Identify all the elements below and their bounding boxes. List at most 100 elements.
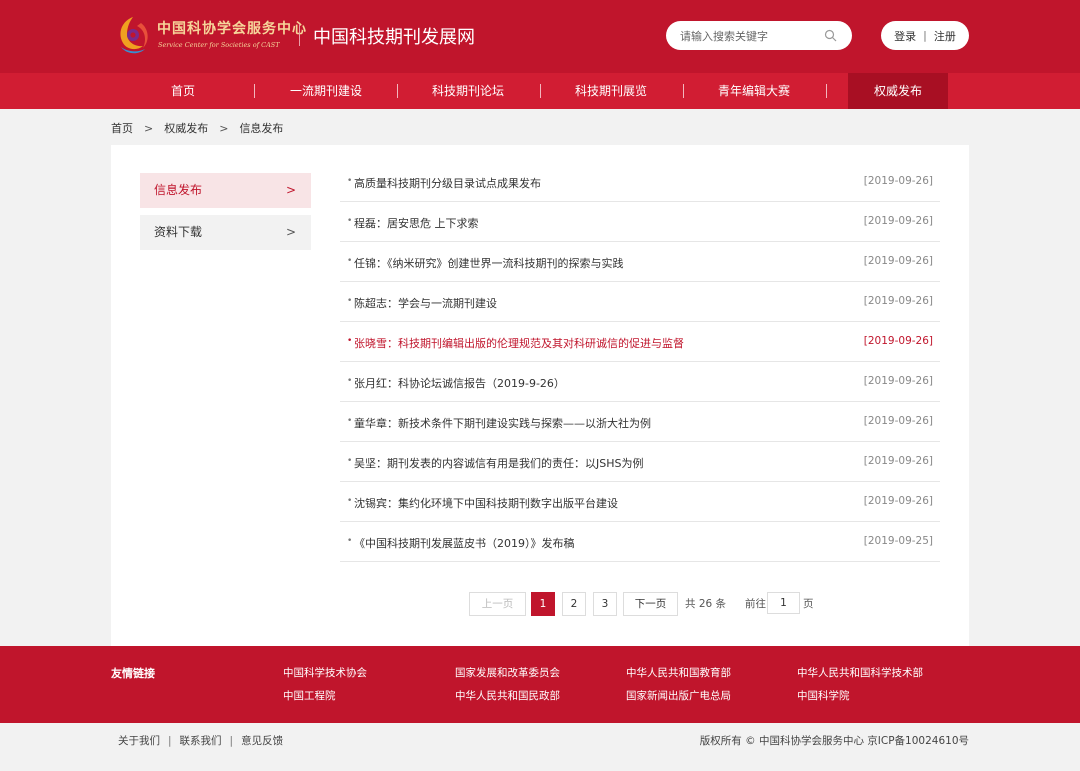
search-input[interactable] (680, 28, 820, 44)
list-item[interactable]: • 张月红：科协论坛诚信报告（2019-9-26） [2019-09-26] (340, 362, 940, 402)
breadcrumb-home[interactable]: 首页 (111, 122, 133, 135)
nav-item-official-release[interactable]: 权威发布 (848, 73, 948, 109)
content-panel: 信息发布 > 资料下载 > • 高质量科技期刊分级目录试点成果发布 [2019-09… (111, 145, 969, 646)
about-link[interactable]: 关于我们 (118, 735, 160, 747)
nav-item-journal-forum[interactable]: 科技期刊论坛 (418, 73, 518, 109)
footer-link[interactable]: 中华人民共和国科学技术部 (797, 665, 923, 680)
nav-separator (683, 84, 684, 98)
bottom-links: 关于我们 | 联系我们 | 意见反馈 (118, 733, 283, 748)
breadcrumb-arrow-icon: > (144, 122, 154, 135)
list-item[interactable]: • 高质量科技期刊分级目录试点成果发布 [2019-09-26] (340, 162, 940, 202)
nav-item-first-class-journals[interactable]: 一流期刊建设 (276, 73, 376, 109)
search-icon[interactable] (824, 29, 837, 42)
article-date: [2019-09-25] (863, 535, 933, 547)
login-link[interactable]: 登录 (894, 28, 916, 44)
sidebar-item-label: 信息发布 (154, 183, 203, 197)
article-title[interactable]: 陈超志：学会与一流期刊建设 (354, 295, 497, 311)
friend-links-label: 友情链接 (111, 667, 155, 680)
bullet-icon: • (347, 536, 353, 546)
feedback-link[interactable]: 意见反馈 (241, 735, 283, 747)
bullet-icon: • (347, 456, 353, 466)
footer-link[interactable]: 中华人民共和国教育部 (626, 665, 731, 680)
list-item[interactable]: • 《中国科技期刊发展蓝皮书（2019）》发布稿 [2019-09-25] (340, 522, 940, 562)
nav-item-young-editor-contest[interactable]: 青年编辑大赛 (704, 73, 804, 109)
article-title[interactable]: 张晓雪：科技期刊编辑出版的伦理规范及其对科研诚信的促进与监督 (354, 335, 684, 351)
list-item-hovered[interactable]: • 张晓雪：科技期刊编辑出版的伦理规范及其对科研诚信的促进与监督 [2019-09-… (340, 322, 940, 362)
article-title[interactable]: 童华章：新技术条件下期刊建设实践与探索——以浙大社为例 (354, 415, 651, 431)
logo-subtext: Service Center for Societies of CAST (158, 41, 280, 49)
bullet-icon: • (347, 496, 353, 506)
page-suffix: 页 (803, 598, 814, 610)
article-date: [2019-09-26] (863, 175, 933, 187)
link-separator: | (229, 735, 234, 747)
breadcrumb-arrow-icon: > (219, 122, 229, 135)
list-item[interactable]: • 沈锡宾：集约化环境下中国科技期刊数字出版平台建设 [2019-09-26] (340, 482, 940, 522)
article-title[interactable]: 张月红：科协论坛诚信报告（2019-9-26） (354, 375, 565, 391)
nav-item-journal-exhibition[interactable]: 科技期刊展览 (561, 73, 661, 109)
article-date: [2019-09-26] (863, 375, 933, 387)
contact-link[interactable]: 联系我们 (180, 735, 222, 747)
article-date: [2019-09-26] (863, 455, 933, 467)
article-title[interactable]: 《中国科技期刊发展蓝皮书（2019）》发布稿 (354, 535, 575, 551)
sidebar-item-label: 资料下载 (154, 225, 203, 239)
bullet-icon: • (347, 176, 353, 186)
sidebar-item-info-release[interactable]: 信息发布 > (140, 173, 311, 208)
link-separator: | (168, 735, 172, 747)
auth-separator: | (923, 29, 927, 42)
article-date: [2019-09-26] (863, 335, 933, 347)
article-list: • 高质量科技期刊分级目录试点成果发布 [2019-09-26] • 程磊：居安思危 … (340, 162, 940, 562)
article-title[interactable]: 任锦：《纳米研究》创建世界一流科技期刊的探索与实践 (354, 255, 624, 271)
register-link[interactable]: 注册 (934, 28, 956, 44)
list-item[interactable]: • 陈超志：学会与一流期刊建设 [2019-09-26] (340, 282, 940, 322)
article-title[interactable]: 高质量科技期刊分级目录试点成果发布 (354, 175, 541, 191)
footer-link[interactable]: 中国工程院 (283, 688, 336, 703)
logo-divider (299, 24, 300, 46)
bullet-icon: • (347, 296, 353, 306)
bullet-icon: • (347, 416, 353, 426)
total-count: 共 26 条 (685, 598, 727, 610)
article-title[interactable]: 沈锡宾：集约化环境下中国科技期刊数字出版平台建设 (354, 495, 618, 511)
footer-link[interactable]: 中国科学院 (797, 688, 850, 703)
article-date: [2019-09-26] (863, 295, 933, 307)
main-nav: 首页 一流期刊建设 科技期刊论坛 科技期刊展览 青年编辑大赛 权威发布 (0, 73, 1080, 109)
bullet-icon: • (347, 256, 353, 266)
bullet-icon: • (347, 216, 353, 226)
bullet-icon: • (347, 336, 353, 346)
footer-link[interactable]: 中华人民共和国民政部 (455, 688, 560, 703)
search-box (666, 21, 852, 50)
nav-item-home[interactable]: 首页 (133, 73, 233, 109)
list-item[interactable]: • 吴坚：期刊发表的内容诚信有用是我们的责任：以JSHS为例 [2019-09-26… (340, 442, 940, 482)
logo-icon (120, 17, 148, 54)
list-item[interactable]: • 任锦：《纳米研究》创建世界一流科技期刊的探索与实践 [2019-09-26] (340, 242, 940, 282)
bullet-icon: • (347, 376, 353, 386)
page-button-3[interactable]: 3 (593, 592, 617, 616)
article-title[interactable]: 程磊：居安思危 上下求索 (354, 215, 479, 231)
page-button-1[interactable]: 1 (531, 592, 555, 616)
auth-box: 登录 | 注册 (881, 21, 969, 50)
footer-link[interactable]: 国家发展和改革委员会 (455, 665, 560, 680)
footer-link[interactable]: 中国科学技术协会 (283, 665, 367, 680)
page-button-2[interactable]: 2 (562, 592, 586, 616)
nav-separator (540, 84, 541, 98)
list-item[interactable]: • 童华章：新技术条件下期刊建设实践与探索——以浙大社为例 [2019-09-26] (340, 402, 940, 442)
prev-page-button[interactable]: 上一页 (469, 592, 526, 616)
article-date: [2019-09-26] (863, 415, 933, 427)
sidebar-item-downloads[interactable]: 资料下载 > (140, 215, 311, 250)
bottom-bar: 关于我们 | 联系我们 | 意见反馈 版权所有 © 中国科协学会服务中心 京ICP备10… (0, 723, 1080, 771)
list-item[interactable]: • 程磊：居安思危 上下求索 [2019-09-26] (340, 202, 940, 242)
nav-separator (254, 84, 255, 98)
article-date: [2019-09-26] (863, 255, 933, 267)
nav-separator (397, 84, 398, 98)
breadcrumb-current: 信息发布 (239, 122, 284, 135)
breadcrumb: 首页 > 权威发布 > 信息发布 (111, 120, 283, 136)
goto-page-input[interactable] (767, 592, 800, 614)
next-page-button[interactable]: 下一页 (623, 592, 678, 616)
chevron-right-icon: > (285, 225, 296, 239)
footer-link[interactable]: 国家新闻出版广电总局 (626, 688, 731, 703)
breadcrumb-official-release[interactable]: 权威发布 (164, 122, 208, 135)
site-header: 中国科协学会服务中心 Service Center for Societies … (0, 0, 1080, 73)
article-title[interactable]: 吴坚：期刊发表的内容诚信有用是我们的责任：以JSHS为例 (354, 455, 643, 471)
nav-separator (826, 84, 827, 98)
site-title: 中国科技期刊发展网 (313, 27, 475, 48)
footer: 友情链接 中国科学技术协会 国家发展和改革委员会 中华人民共和国教育部 中华人民… (0, 646, 1080, 723)
